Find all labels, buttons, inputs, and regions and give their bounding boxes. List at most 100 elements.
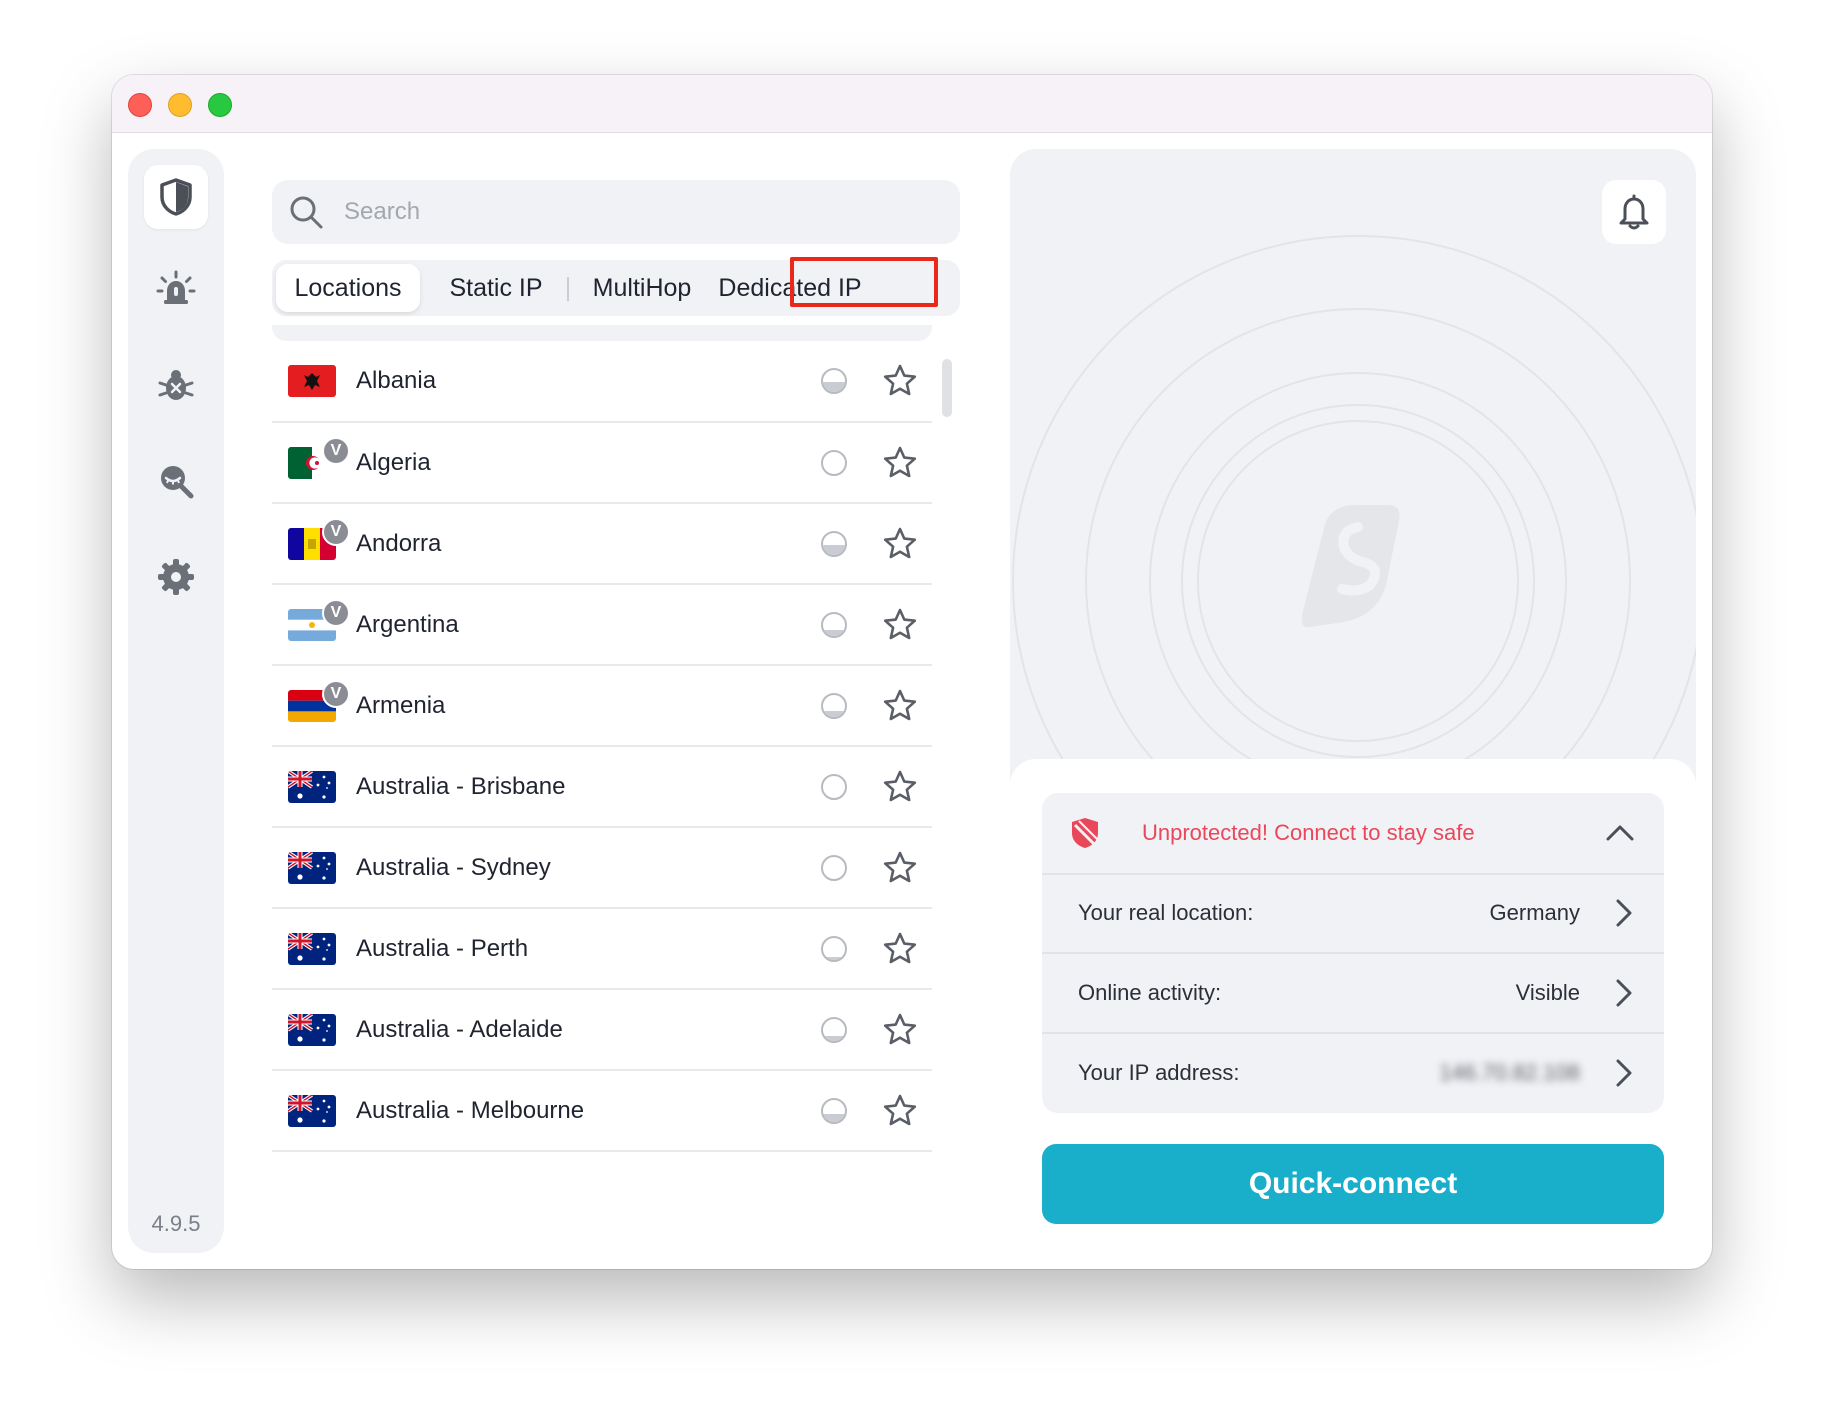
flag-icon: [288, 365, 336, 397]
real-location-value: Germany: [1489, 899, 1580, 925]
shield-icon: [160, 178, 192, 216]
flag-icon: [288, 1094, 336, 1127]
tab-static-ip[interactable]: Static IP: [424, 260, 568, 316]
location-row[interactable]: Australia - Brisbane: [272, 747, 932, 828]
version-label: 4.9.5: [151, 1211, 201, 1236]
zoom-window-button[interactable]: [208, 93, 232, 117]
server-load-fill: [823, 1113, 845, 1122]
server-load-fill: [823, 544, 845, 555]
favorite-star-icon[interactable]: [882, 850, 918, 886]
location-name: Australia - Adelaide: [356, 1015, 563, 1043]
ip-address-row[interactable]: Your IP address: 146.70.82.108: [1042, 1033, 1664, 1112]
location-name: Andorra: [356, 529, 442, 557]
tab-locations[interactable]: Locations: [276, 264, 420, 312]
minimize-window-button[interactable]: [168, 93, 192, 117]
sidebar-item-settings[interactable]: [144, 545, 208, 609]
connection-rings-graphic: [1012, 235, 1696, 789]
search-icon: [290, 196, 323, 229]
protection-status: Unprotected! Connect to stay safe Your r…: [1042, 793, 1664, 1113]
search-bar[interactable]: [272, 180, 960, 244]
location-name: Australia - Brisbane: [356, 772, 566, 800]
favorite-star-icon[interactable]: [882, 445, 918, 481]
list-top-edge: [272, 325, 932, 341]
search-input[interactable]: [342, 197, 906, 227]
ip-address-label: Your IP address:: [1078, 1059, 1240, 1085]
app-window: 4.9.5 Locations Static IP MultiHop Dedic…: [112, 75, 1712, 1269]
flag-icon: [288, 932, 336, 965]
location-row[interactable]: V Andorra: [272, 504, 932, 585]
favorite-star-icon[interactable]: [882, 1012, 918, 1048]
sidebar: 4.9.5: [128, 149, 224, 1253]
favorite-star-icon[interactable]: [882, 1093, 918, 1129]
location-list: Albania V Algeria V Andorra V Argentina V Armeni…: [272, 341, 932, 1269]
chevron-right-icon: [1616, 979, 1632, 1006]
bug-blocked-icon: [158, 370, 194, 400]
favorite-star-icon[interactable]: [882, 769, 918, 805]
location-row[interactable]: Australia - Melbourne: [272, 1071, 932, 1152]
server-load-indicator: [821, 854, 847, 881]
location-row[interactable]: Australia - Sydney: [272, 828, 932, 909]
sidebar-item-antivirus[interactable]: [144, 353, 208, 417]
status-message: Unprotected! Connect to stay safe: [1142, 820, 1475, 845]
eye-search-icon: [161, 466, 194, 499]
favorite-star-icon[interactable]: [882, 688, 918, 724]
tab-separator: [567, 277, 569, 301]
location-row[interactable]: Australia - Perth: [272, 909, 932, 990]
status-header[interactable]: Unprotected! Connect to stay safe: [1042, 793, 1664, 875]
virtual-location-badge: V: [322, 599, 350, 627]
server-load-fill: [823, 1036, 845, 1041]
location-row[interactable]: Australia - Adelaide: [272, 990, 932, 1071]
location-row[interactable]: V Armenia: [272, 666, 932, 747]
sidebar-item-search-privacy[interactable]: [144, 449, 208, 513]
location-name: Australia - Perth: [356, 934, 529, 962]
bell-icon: [1619, 194, 1649, 230]
location-row[interactable]: V Algeria: [272, 423, 932, 504]
server-load-indicator: [821, 773, 847, 800]
connection-panel: Unprotected! Connect to stay safe Your r…: [1010, 149, 1696, 1253]
favorite-star-icon[interactable]: [882, 526, 918, 562]
unprotected-shield-icon: [1072, 818, 1098, 848]
tab-multihop[interactable]: MultiHop: [570, 260, 714, 316]
server-load-fill: [823, 957, 845, 960]
sidebar-item-alert[interactable]: [144, 257, 208, 321]
favorite-star-icon[interactable]: [882, 931, 918, 967]
location-name: Argentina: [356, 610, 459, 638]
status-card: Unprotected! Connect to stay safe Your r…: [1010, 759, 1696, 1253]
surfshark-logo-icon: [1301, 505, 1400, 628]
favorite-star-icon[interactable]: [882, 363, 918, 399]
flag-icon: [288, 851, 336, 884]
virtual-location-badge: V: [322, 437, 350, 465]
server-load-indicator: [821, 368, 847, 394]
online-activity-row[interactable]: Online activity: Visible: [1042, 953, 1664, 1034]
server-load-indicator: [821, 449, 847, 476]
location-name: Australia - Sydney: [356, 853, 551, 881]
sidebar-item-vpn[interactable]: [144, 165, 208, 229]
server-load-fill: [823, 630, 845, 636]
close-window-button[interactable]: [128, 93, 152, 117]
real-location-row[interactable]: Your real location: Germany: [1042, 873, 1664, 954]
location-name: Algeria: [356, 448, 431, 476]
online-activity-label: Online activity:: [1078, 979, 1222, 1005]
server-load-indicator: [821, 611, 847, 638]
flag-icon: [288, 770, 336, 803]
notifications-button[interactable]: [1602, 180, 1666, 244]
server-load-indicator: [821, 1097, 847, 1124]
tab-dedicated-ip[interactable]: Dedicated IP: [718, 260, 862, 316]
list-scrollbar[interactable]: [942, 359, 952, 417]
location-tabs: Locations Static IP MultiHop Dedicated I…: [272, 260, 960, 316]
gear-icon: [158, 559, 194, 595]
location-row[interactable]: V Argentina: [272, 585, 932, 666]
server-load-indicator: [821, 692, 847, 719]
location-row[interactable]: Albania: [272, 341, 932, 423]
chevron-up-icon[interactable]: [1604, 821, 1636, 845]
location-name: Australia - Melbourne: [356, 1096, 585, 1124]
location-name: Armenia: [356, 691, 446, 719]
chevron-right-icon: [1616, 899, 1632, 926]
virtual-location-badge: V: [322, 518, 350, 546]
location-name: Albania: [356, 367, 437, 394]
favorite-star-icon[interactable]: [882, 607, 918, 643]
quick-connect-button[interactable]: Quick-connect: [1042, 1144, 1664, 1224]
alarm-light-icon: [156, 270, 196, 304]
virtual-location-badge: V: [322, 680, 350, 708]
server-load-fill: [823, 711, 845, 717]
